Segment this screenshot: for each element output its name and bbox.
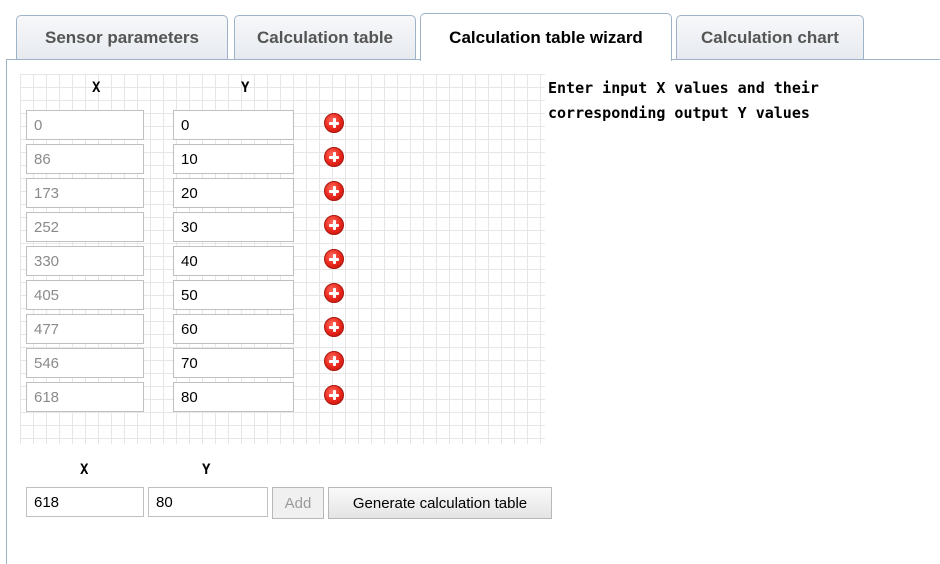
y-value-input[interactable] <box>173 246 294 276</box>
add-button[interactable]: Add <box>272 487 324 519</box>
delete-row-icon[interactable] <box>324 351 344 371</box>
y-value-input[interactable] <box>173 178 294 208</box>
delete-row-icon[interactable] <box>324 317 344 337</box>
x-value-input[interactable] <box>26 348 144 378</box>
y-value-input[interactable] <box>173 348 294 378</box>
instructions-text: Enter input X values and their correspon… <box>548 79 819 122</box>
y-value-input[interactable] <box>173 314 294 344</box>
y-value-input[interactable] <box>173 110 294 140</box>
tab-calculation-chart[interactable]: Calculation chart <box>676 15 864 59</box>
delete-row-icon[interactable] <box>324 385 344 405</box>
x-column-header: X <box>92 80 101 96</box>
y-value-input[interactable] <box>173 212 294 242</box>
x-value-input[interactable] <box>26 110 144 140</box>
y-value-input[interactable] <box>173 382 294 412</box>
delete-row-icon[interactable] <box>324 283 344 303</box>
x-value-input[interactable] <box>26 246 144 276</box>
entry-y-label: Y <box>202 462 211 478</box>
delete-row-icon[interactable] <box>324 181 344 201</box>
delete-row-icon[interactable] <box>324 249 344 269</box>
x-value-input[interactable] <box>26 280 144 310</box>
y-value-input[interactable] <box>173 144 294 174</box>
entry-y-input[interactable] <box>148 487 268 517</box>
panel-border <box>6 60 7 564</box>
x-value-input[interactable] <box>26 382 144 412</box>
tab-calculation-table[interactable]: Calculation table <box>234 15 416 59</box>
tab-calculation-table-wizard[interactable]: Calculation table wizard <box>420 13 672 61</box>
tab-bar: Sensor parameters Calculation table Calc… <box>0 0 940 61</box>
x-value-input[interactable] <box>26 314 144 344</box>
y-column-header: Y <box>241 80 250 96</box>
entry-x-input[interactable] <box>26 487 144 517</box>
x-value-input[interactable] <box>26 178 144 208</box>
delete-row-icon[interactable] <box>324 147 344 167</box>
generate-calculation-table-button[interactable]: Generate calculation table <box>328 487 552 519</box>
delete-row-icon[interactable] <box>324 113 344 133</box>
x-value-input[interactable] <box>26 212 144 242</box>
entry-x-label: X <box>80 462 89 478</box>
tab-sensor-parameters[interactable]: Sensor parameters <box>16 15 228 59</box>
delete-row-icon[interactable] <box>324 215 344 235</box>
x-value-input[interactable] <box>26 144 144 174</box>
y-value-input[interactable] <box>173 280 294 310</box>
